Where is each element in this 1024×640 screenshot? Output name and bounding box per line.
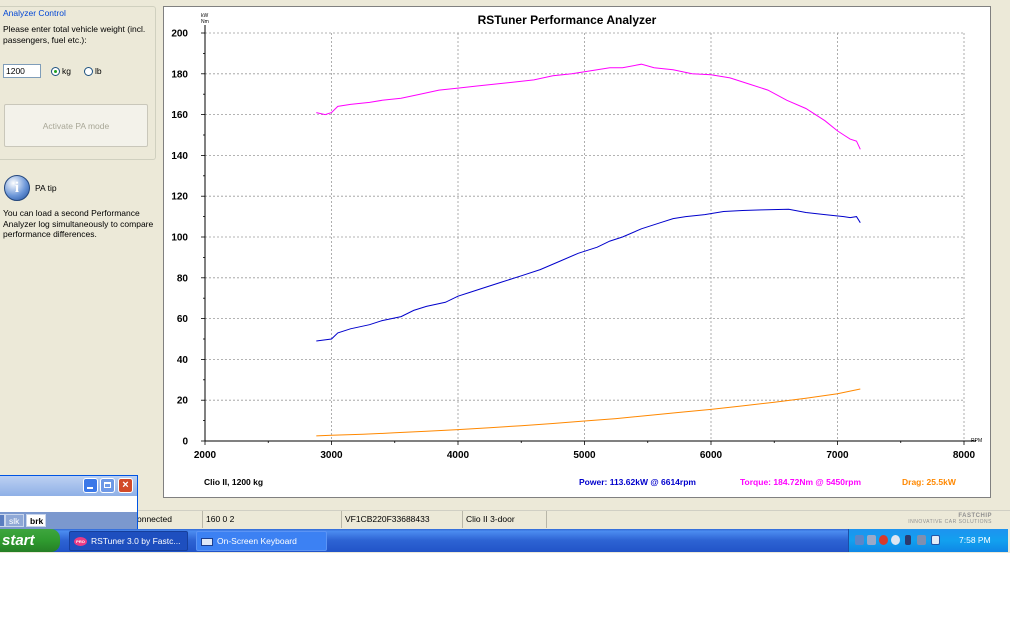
y-tick-label: 180 xyxy=(171,69,188,80)
system-tray: 7:58 PM xyxy=(848,529,1008,552)
osk-key-row: slk brk xyxy=(0,512,137,529)
y-tick-label: 120 xyxy=(171,192,188,203)
battery-icon[interactable] xyxy=(905,535,911,545)
unit-kg-label: kg xyxy=(62,66,71,76)
taskbar-item-on-screen-keyboard[interactable]: On-Screen Keyboard xyxy=(196,531,327,551)
y-tick-label: 200 xyxy=(171,29,188,40)
unit-kg-radio[interactable]: kg xyxy=(51,66,71,76)
x-tick-label: 3000 xyxy=(320,450,343,461)
activate-pa-mode-button[interactable]: Activate PA mode xyxy=(4,104,148,147)
on-screen-keyboard-window: × slk brk xyxy=(0,475,138,530)
connection-status: onnected xyxy=(133,511,203,528)
y-tick-label: 40 xyxy=(177,355,189,366)
taskbar-clock: 7:58 PM xyxy=(959,535,991,545)
y-tick-label: 160 xyxy=(171,110,188,121)
taskbar-item-label: RSTuner 3.0 by Fastc... xyxy=(91,536,181,546)
fastchip-logo: FASTCHIP INNOVATIVE CAR SOLUTIONS xyxy=(908,513,992,525)
performance-chart-panel: 0 20 40 60 80 100 120 140 160 180 200 2000 3000 4000 5… xyxy=(163,6,991,498)
y-tick-label: 0 xyxy=(182,437,188,448)
start-button[interactable]: start xyxy=(0,529,60,552)
y-tick-label: 60 xyxy=(177,314,189,325)
radio-unchecked-icon xyxy=(84,66,93,76)
update-icon[interactable] xyxy=(931,535,940,545)
pa-tip-title: PA tip xyxy=(35,183,57,193)
firmware-version: 160 0 2 xyxy=(202,511,340,528)
osk-titlebar[interactable]: × xyxy=(0,476,137,496)
info-icon: i xyxy=(4,175,30,201)
taskbar-item-label: On-Screen Keyboard xyxy=(217,536,297,546)
maximize-icon[interactable] xyxy=(100,478,115,493)
vin-display: VF1CB220F33688433 xyxy=(341,511,462,528)
series-line-torque xyxy=(316,63,861,150)
vehicle-label: Clio II, 1200 kg xyxy=(204,477,263,487)
application-window: Analyzer Control Please enter total vehi… xyxy=(0,0,1010,553)
display-icon[interactable] xyxy=(917,535,926,545)
chart-title: RSTuner Performance Analyzer xyxy=(478,13,657,27)
x-tick-label: 6000 xyxy=(700,450,723,461)
keyboard-icon xyxy=(201,537,213,546)
status-bar: onnected 160 0 2 VF1CB220F33688433 Clio … xyxy=(0,510,1010,528)
y-tick-label: 80 xyxy=(177,273,189,284)
y-tick-label: 20 xyxy=(177,396,189,407)
taskbar-item-rstuner[interactable]: PRO RSTuner 3.0 by Fastc... xyxy=(69,531,188,551)
weight-prompt: Please enter total vehicle weight (incl.… xyxy=(3,24,146,45)
taskbar: start PRO RSTuner 3.0 by Fastc... On-Scre… xyxy=(0,529,1008,552)
x-tick-label: 4000 xyxy=(447,450,470,461)
vehicle-weight-input[interactable] xyxy=(3,64,41,78)
x-axis-label: RPM xyxy=(971,438,982,444)
unit-lb-label: lb xyxy=(95,66,102,76)
status-empty-cell xyxy=(546,511,900,528)
x-tick-label: 7000 xyxy=(826,450,849,461)
pa-tip-text: You can load a second Performance Analyz… xyxy=(3,208,154,239)
unit-lb-radio[interactable]: lb xyxy=(84,66,102,76)
radio-checked-icon xyxy=(51,66,60,76)
rstuner-icon: PRO xyxy=(74,537,87,547)
x-tick-label: 5000 xyxy=(573,450,596,461)
x-tick-label: 2000 xyxy=(194,450,217,461)
analyzer-control-legend: Analyzer Control xyxy=(2,8,67,18)
osk-key-scroll-lock[interactable]: slk xyxy=(5,514,24,527)
y-tick-label: 140 xyxy=(171,151,188,162)
security-icon[interactable] xyxy=(879,535,888,545)
torque-summary: Torque: 184.72Nm @ 5450rpm xyxy=(740,477,861,487)
vehicle-model: Clio II 3-door xyxy=(462,511,546,528)
performance-chart: 0 20 40 60 80 100 120 140 160 180 200 2000 3000 4000 5… xyxy=(171,13,982,487)
network-icon[interactable] xyxy=(855,535,864,545)
volume-icon[interactable] xyxy=(867,535,876,545)
x-tick-label: 8000 xyxy=(953,450,976,461)
close-icon[interactable]: × xyxy=(118,478,133,493)
y-unit-label-nm: Nm xyxy=(201,19,209,25)
antivirus-icon[interactable] xyxy=(891,535,900,545)
y-tick-label: 100 xyxy=(171,233,188,244)
series-line-power xyxy=(316,208,861,342)
drag-summary: Drag: 25.5kW xyxy=(902,477,957,487)
power-summary: Power: 113.62kW @ 6614rpm xyxy=(579,477,696,487)
series-line-drag xyxy=(316,388,861,437)
osk-key-break[interactable]: brk xyxy=(26,514,46,527)
minimize-icon[interactable] xyxy=(83,478,98,493)
